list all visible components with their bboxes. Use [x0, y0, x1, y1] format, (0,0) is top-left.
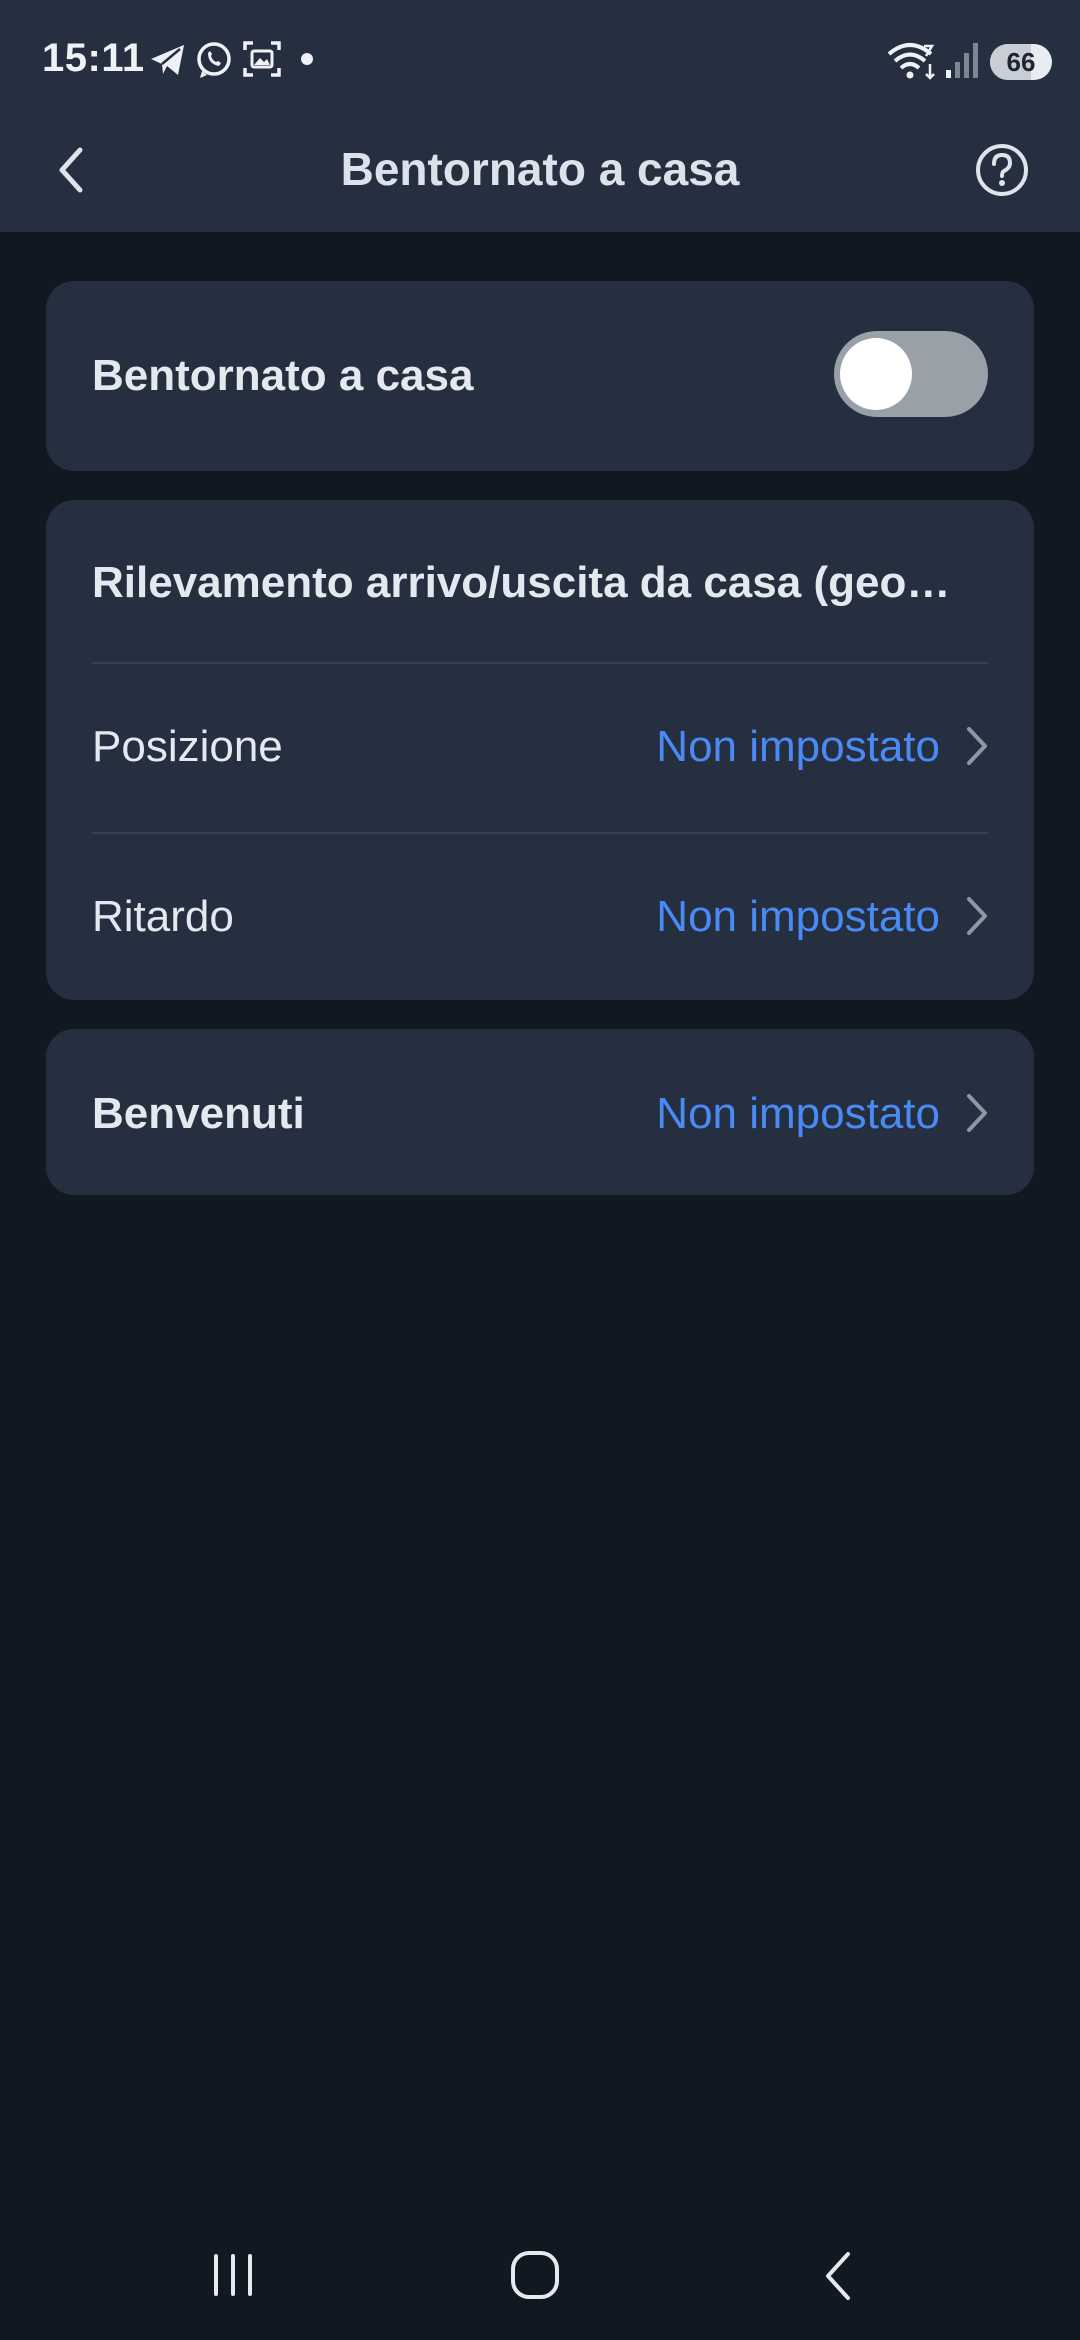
telegram-icon [151, 45, 184, 75]
whatsapp-icon [197, 42, 231, 78]
geofence-title: Rilevamento arrivo/uscita da casa (geo… [92, 558, 951, 607]
chevron-right-icon [967, 897, 987, 935]
wifi-icon [887, 43, 935, 80]
home-icon [511, 2251, 559, 2299]
welcome-label: Benvenuti [92, 1089, 305, 1138]
help-circle-icon [976, 144, 1028, 196]
system-back-button[interactable] [818, 2248, 858, 2304]
welcome-home-toggle-card: Bentornato a casa [46, 281, 1034, 471]
back-icon [826, 2252, 850, 2300]
delay-row[interactable]: Ritardo Non impostato [46, 834, 1034, 1000]
welcome-value: Non impostato [656, 1089, 940, 1138]
toggle-knob [840, 338, 912, 410]
status-bar: 15:11 66 [0, 0, 1080, 122]
signal-icon [946, 43, 978, 78]
page-title: Bentornato a casa [340, 143, 740, 195]
welcome-row[interactable]: Benvenuti Non impostato [46, 1029, 1034, 1195]
chevron-right-icon [967, 727, 987, 765]
screenshot-icon [243, 41, 281, 77]
home-button[interactable] [508, 2248, 564, 2304]
system-navigation-bar [0, 2220, 1080, 2340]
welcome-home-toggle[interactable] [834, 331, 988, 417]
position-value: Non impostato [656, 722, 940, 771]
app-header: 15:11 66 Bentornato a casa [0, 0, 1080, 232]
position-row[interactable]: Posizione Non impostato [46, 664, 1034, 830]
welcome-home-label: Bentornato a casa [92, 351, 474, 400]
geofence-card: Rilevamento arrivo/uscita da casa (geo… … [46, 500, 1034, 1000]
chevron-right-icon [967, 1094, 987, 1132]
battery-icon: 66 [990, 44, 1052, 80]
recent-apps-button[interactable] [208, 2250, 258, 2300]
delay-label: Ritardo [92, 892, 234, 941]
help-button[interactable] [974, 142, 1030, 198]
notification-dot-icon [301, 53, 313, 65]
battery-level-label: 66 [1006, 47, 1036, 77]
position-label: Posizione [92, 722, 283, 771]
recent-apps-icon [214, 2254, 252, 2296]
status-time: 15:11 [42, 36, 145, 80]
delay-value: Non impostato [656, 892, 940, 941]
